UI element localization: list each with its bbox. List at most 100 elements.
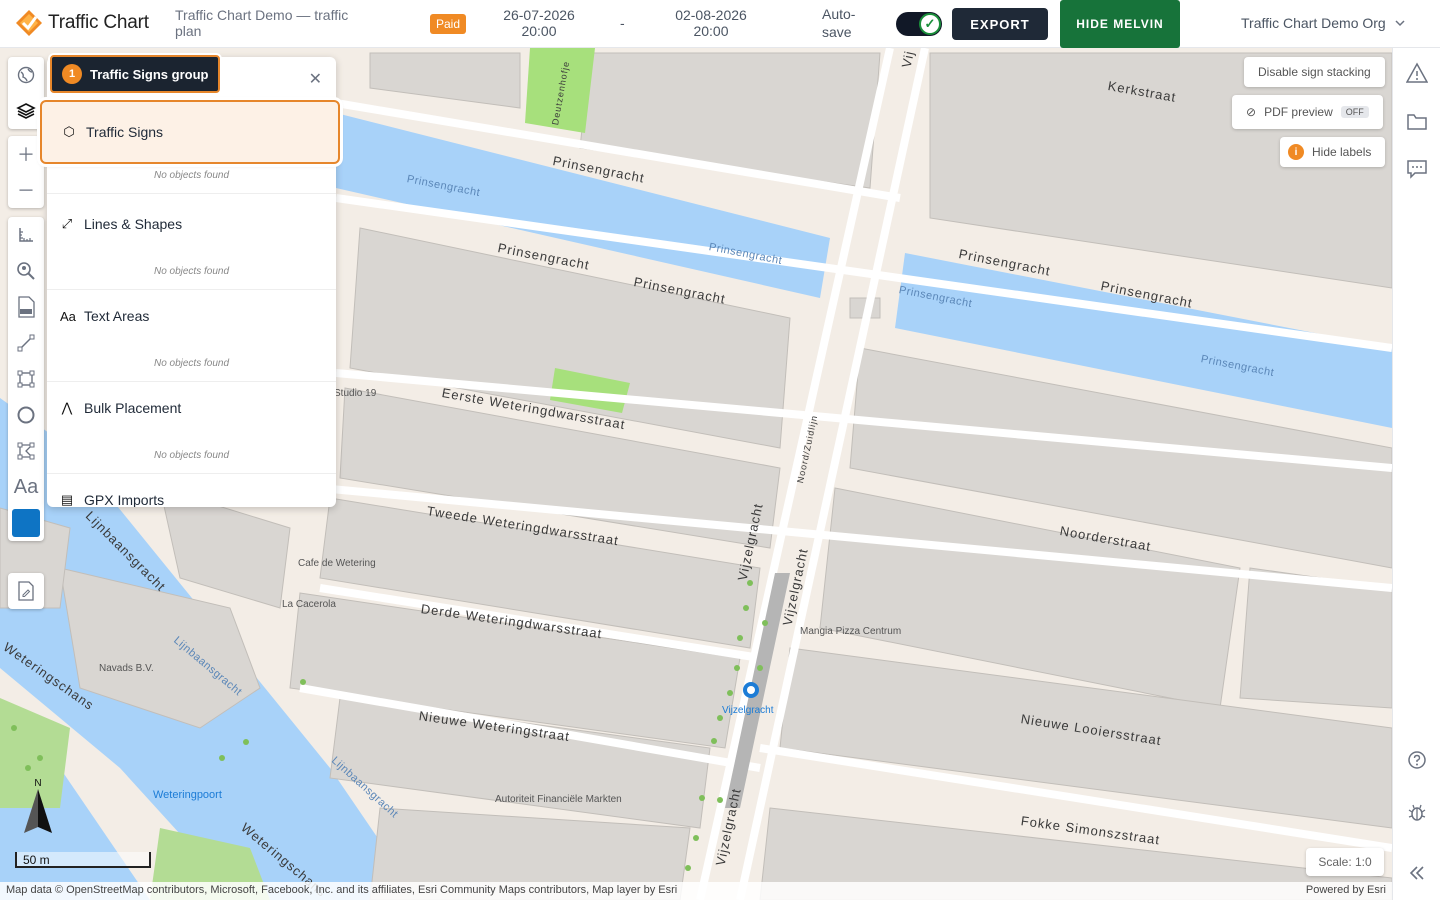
- poi-label: Weteringpoort: [153, 789, 222, 801]
- end-time: 20:00: [693, 23, 729, 39]
- help-icon[interactable]: [1393, 750, 1440, 770]
- org-name: Traffic Chart Demo Org: [1241, 15, 1386, 31]
- hide-labels-label: Hide labels: [1312, 145, 1372, 159]
- start-date: 26-07-2026: [503, 7, 575, 23]
- layer-header: Aa Text Areas: [60, 308, 149, 324]
- org-selector[interactable]: Traffic Chart Demo Org: [1241, 15, 1406, 31]
- poi-label: Cafe de Wetering: [298, 558, 376, 569]
- poi-label: Studio 19: [334, 388, 377, 399]
- tab-label: Traffic Signs group: [90, 66, 209, 82]
- layer-label: Bulk Placement: [84, 400, 182, 416]
- pdf-preview-state: OFF: [1340, 106, 1369, 118]
- end-date: 02-08-2026: [675, 7, 747, 23]
- hide-melvin-button[interactable]: HIDE MELVIN: [1060, 0, 1180, 48]
- layer-header: ▤ GPX Imports: [60, 492, 164, 507]
- hexagon-icon: ⬡: [63, 124, 75, 139]
- eye-off-icon: ⊘: [1246, 105, 1257, 119]
- poi-label: Navads B.V.: [99, 663, 154, 674]
- layer-gpx-imports[interactable]: ▤ GPX Imports: [47, 474, 336, 507]
- text-tool-icon[interactable]: Aa: [8, 469, 44, 505]
- poi-label: Mangia Pizza Centrum: [800, 626, 902, 637]
- disable-stacking-label: Disable sign stacking: [1258, 65, 1371, 79]
- date-separator: -: [620, 15, 625, 31]
- export-button[interactable]: EXPORT: [952, 8, 1048, 40]
- draw-tools: Aa: [8, 217, 44, 541]
- start-datetime[interactable]: 26-07-2026 20:00: [498, 7, 580, 39]
- bulk-icon: ⋀: [61, 400, 73, 415]
- autosave-toggle[interactable]: ✓: [896, 12, 942, 36]
- line-icon[interactable]: [8, 325, 44, 361]
- pdf-preview-label: PDF preview: [1264, 105, 1333, 119]
- layer-header: ⬡ Traffic Signs: [62, 124, 163, 140]
- autosave-label: Auto-save: [822, 6, 856, 40]
- poi-label: Vijzelgracht: [722, 705, 774, 716]
- zoom-controls: ＋ －: [8, 136, 44, 208]
- scale-indicator[interactable]: Scale: 1:0: [1306, 848, 1384, 876]
- plan-title[interactable]: Traffic Chart Demo — traffic plan: [175, 7, 375, 39]
- north-arrow: N: [22, 778, 54, 840]
- layer-empty-text: No objects found: [153, 450, 230, 461]
- layer-label: GPX Imports: [84, 492, 165, 507]
- poi-label: Autoriteit Financiële Markten: [495, 794, 622, 805]
- comment-icon[interactable]: [1393, 158, 1440, 180]
- scale-bar: 50 m: [15, 852, 151, 868]
- start-time: 20:00: [521, 23, 557, 39]
- layer-traffic-signs-highlight[interactable]: ⬡ Traffic Signs: [40, 100, 340, 164]
- north-label: N: [34, 778, 42, 789]
- layer-bulk-placement[interactable]: ⋀ Bulk Placement No objects found: [47, 382, 336, 474]
- paid-badge: Paid: [430, 14, 467, 34]
- layer-label: Text Areas: [84, 308, 150, 324]
- globe-icon[interactable]: [8, 57, 44, 93]
- line-icon: ⤢: [61, 216, 73, 231]
- layer-empty-text: No objects found: [153, 266, 230, 277]
- right-rail: [1392, 48, 1440, 900]
- disable-sign-stacking-button[interactable]: Disable sign stacking: [1244, 57, 1385, 87]
- traffic-signs-group-tab[interactable]: 1 Traffic Signs group: [50, 55, 220, 93]
- logo-icon: [16, 10, 42, 36]
- app-logo[interactable]: Traffic Chart: [14, 8, 149, 38]
- gpx-icon: ▤: [60, 492, 74, 507]
- color-swatch: [12, 509, 40, 537]
- bug-icon[interactable]: [1393, 803, 1440, 823]
- map-attribution: Map data © OpenStreetMap contributors, M…: [0, 882, 1392, 900]
- ruler-icon[interactable]: [8, 217, 44, 253]
- layer-header: ⤢ Lines & Shapes: [60, 216, 182, 232]
- circle-icon[interactable]: [8, 397, 44, 433]
- pdf-preview-toggle[interactable]: ⊘ PDF preview OFF: [1232, 95, 1383, 129]
- close-icon[interactable]: ✕: [309, 69, 322, 89]
- rectangle-icon[interactable]: [8, 361, 44, 397]
- layer-header: ⋀ Bulk Placement: [60, 400, 182, 416]
- gpx-icon[interactable]: [8, 289, 44, 325]
- layer-tools: [8, 57, 44, 129]
- collapse-icon[interactable]: [1393, 863, 1440, 883]
- scale-bar-label: 50 m: [23, 853, 50, 867]
- tab-number: 1: [62, 64, 82, 84]
- check-icon: ✓: [919, 13, 941, 35]
- document-edit-icon[interactable]: [8, 573, 44, 609]
- layer-label: Traffic Signs: [86, 124, 164, 140]
- zoom-in-icon[interactable]: ＋: [8, 136, 44, 172]
- color-picker[interactable]: [8, 505, 44, 541]
- chevron-down-icon: [1395, 20, 1405, 27]
- info-icon: i: [1288, 144, 1304, 160]
- layer-empty-text: No objects found: [153, 358, 230, 369]
- document-tools: [8, 573, 44, 609]
- folder-icon[interactable]: [1393, 112, 1440, 132]
- attribution-text: Map data © OpenStreetMap contributors, M…: [6, 884, 678, 896]
- layers-icon[interactable]: [8, 93, 44, 129]
- layer-label: Lines & Shapes: [84, 216, 183, 232]
- app-header: Traffic Chart Traffic Chart Demo — traff…: [0, 0, 1440, 48]
- north-arrow-icon: [24, 789, 52, 833]
- layer-text-areas[interactable]: Aa Text Areas No objects found: [47, 290, 336, 382]
- zoom-out-icon[interactable]: －: [8, 172, 44, 208]
- app-name: Traffic Chart: [48, 12, 149, 33]
- warning-icon[interactable]: [1393, 62, 1440, 84]
- hide-labels-button[interactable]: i Hide labels: [1280, 137, 1386, 167]
- end-datetime[interactable]: 02-08-2026 20:00: [670, 7, 752, 39]
- poi-label: La Cacerola: [282, 599, 336, 610]
- polygon-icon[interactable]: [8, 433, 44, 469]
- powered-by[interactable]: Powered by Esri: [1306, 884, 1386, 896]
- text-icon: Aa: [60, 308, 76, 324]
- search-location-icon[interactable]: [8, 253, 44, 289]
- layer-lines-shapes[interactable]: ⤢ Lines & Shapes No objects found: [47, 198, 336, 290]
